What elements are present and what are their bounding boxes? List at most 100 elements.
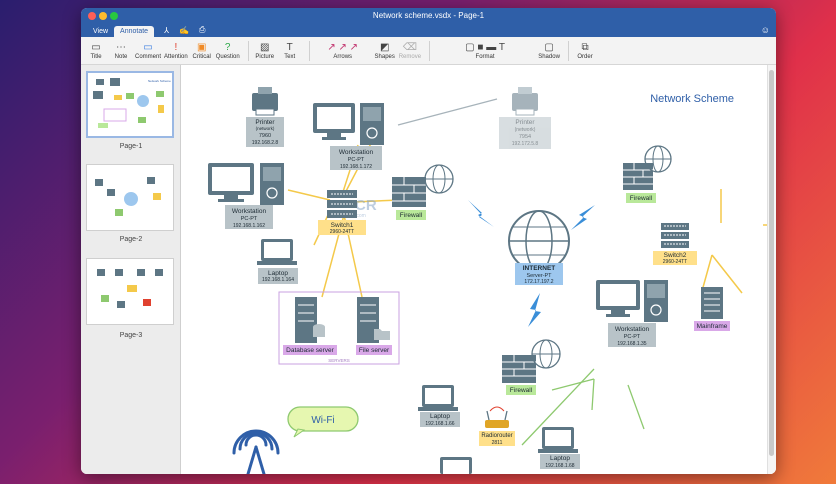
svg-text:7954: 7954 [519, 134, 531, 140]
shadow-icon: ▢ [544, 41, 554, 53]
minimize-window-button[interactable] [99, 12, 107, 20]
remove-icon: ⌫ [402, 41, 417, 53]
laptop-left[interactable]: Laptop 192.168.1.164 [257, 239, 298, 284]
print-icon[interactable]: ⎙ [199, 25, 205, 37]
svg-text:Laptop: Laptop [430, 413, 450, 420]
lightning-icon [468, 200, 494, 227]
format-tool-button[interactable]: ▢ ■ ▬ T Format [435, 42, 535, 60]
text-tool-button[interactable]: T Text [279, 42, 301, 60]
question-icon: ? [224, 41, 231, 53]
svg-text:PC-PT: PC-PT [348, 157, 365, 163]
page-label-1: Page-1 [119, 143, 143, 150]
svg-text:Radiorouter: Radiorouter [481, 433, 512, 439]
svg-text:(network): (network) [515, 127, 536, 133]
shapes-tool-button[interactable]: ◩ Shapes [374, 42, 396, 60]
page-label-2: Page-2 [119, 236, 143, 243]
title-bar: Network scheme.vsdx - Page-1 [81, 8, 776, 24]
page-thumbnail-1[interactable]: Network Scheme [86, 71, 174, 138]
ribbon-tabs: View Annotate ⅄ ✍ ⎙ ☺ [81, 24, 776, 37]
attention-icon: ! [174, 41, 178, 53]
format-icon: ▢ ■ ▬ T [465, 41, 505, 53]
page-3-preview [97, 269, 163, 308]
svg-text:192.172.5.8: 192.172.5.8 [512, 141, 539, 147]
page-thumbnail-3[interactable] [86, 258, 174, 325]
page-1-preview: Network Scheme [93, 78, 171, 128]
workstation-left[interactable]: Workstation PC-PT 192.168.1.162 [208, 163, 284, 229]
svg-text:Workstation: Workstation [615, 326, 650, 333]
question-tool-button[interactable]: ? Question [216, 42, 240, 60]
tab-view[interactable]: View [87, 26, 114, 37]
svg-text:192.168.1.164: 192.168.1.164 [262, 277, 294, 283]
svg-text:INTERNET: INTERNET [523, 265, 556, 272]
sign-icon[interactable]: ✍ [179, 26, 189, 37]
firewall-2[interactable]: Firewall [623, 145, 672, 203]
workstation-top[interactable]: Workstation PC-PT 192.168.1.172 [313, 103, 384, 170]
text-icon: T [286, 41, 293, 53]
svg-text:(network): (network) [256, 126, 275, 131]
picture-tool-button[interactable]: ▨ Picture [254, 42, 276, 60]
diagram-canvas[interactable]: Network Scheme CR .com Printer (network)… [182, 65, 776, 474]
wifi-callout[interactable]: Wi-Fi [287, 406, 359, 438]
attention-tool-button[interactable]: ! Attention [164, 42, 188, 60]
svg-text:CR: CR [355, 197, 377, 214]
firewall-3[interactable]: Firewall [502, 339, 561, 395]
close-window-button[interactable] [88, 12, 96, 20]
svg-text:192.168.1.68: 192.168.1.68 [545, 463, 574, 469]
shadow-tool-button[interactable]: ▢ Shadow [538, 42, 560, 60]
svg-text:Printer: Printer [515, 119, 535, 126]
remove-tool-button[interactable]: ⌫ Remove [399, 42, 421, 60]
svg-text:192.168.1.172: 192.168.1.172 [340, 164, 372, 170]
page-thumbnails-panel: Network Scheme Page-1 Page-2 Page-3 [81, 65, 181, 474]
firewall-1[interactable]: Firewall [392, 164, 454, 220]
toolbar-divider [247, 40, 249, 61]
pdf-icon[interactable]: ⅄ [164, 26, 169, 37]
scrollbar-thumb[interactable] [769, 70, 774, 456]
green-connections [521, 368, 645, 446]
zoom-window-button[interactable] [110, 12, 118, 20]
servers-group[interactable]: Database server File server SERVERS [278, 291, 400, 365]
svg-text:Workstation: Workstation [339, 149, 374, 156]
printer-1[interactable]: Printer (network) 7960 192.168.2.8 [246, 87, 284, 147]
laptop-bottom-left[interactable]: Laptop 192.168.1.66 [418, 385, 460, 427]
laptop-bottom-partial[interactable] [440, 457, 472, 474]
tab-annotate[interactable]: Annotate [114, 26, 155, 37]
grey-connections [397, 98, 498, 126]
critical-tool-button[interactable]: ▣ Critical [191, 42, 213, 60]
watermark: CR .com [355, 197, 377, 219]
mainframe[interactable]: Mainframe [694, 287, 730, 331]
note-icon: ⋯ [116, 41, 126, 53]
svg-text:Switch1: Switch1 [331, 222, 354, 229]
switch-2[interactable]: Switch2 2960-24TT [653, 223, 697, 265]
svg-text:192.168.1.162: 192.168.1.162 [233, 223, 265, 229]
arrows-icon: ↗ ↗ ↗ [327, 41, 359, 53]
radiorouter[interactable]: Radiorouter 2811 [479, 406, 515, 446]
svg-text:PC-PT: PC-PT [624, 334, 641, 340]
svg-text:Firewall: Firewall [630, 195, 653, 202]
wifi-antenna-icon [232, 429, 280, 474]
svg-text:Network Scheme: Network Scheme [148, 79, 171, 83]
svg-text:7960: 7960 [259, 133, 271, 139]
app-window: Network scheme.vsdx - Page-1 View Annota… [81, 8, 776, 474]
page-thumbnail-2[interactable] [86, 164, 174, 231]
order-tool-button[interactable]: ⧉ Order [574, 42, 596, 60]
svg-text:File server: File server [359, 347, 390, 354]
toolbar-divider [568, 40, 570, 61]
critical-icon: ▣ [196, 41, 207, 53]
svg-text:Database server: Database server [286, 347, 335, 354]
lightning-icon [571, 205, 595, 230]
internet-server[interactable]: INTERNET Server-PT 172.17.197.2 [508, 210, 570, 285]
feedback-smiley-icon[interactable]: ☺ [761, 25, 770, 35]
svg-text:192.168.2.8: 192.168.2.8 [252, 140, 279, 146]
toolbar-divider [308, 40, 310, 61]
svg-text:172.17.197.2: 172.17.197.2 [524, 279, 553, 285]
comment-tool-button[interactable]: ▭ Comment [135, 42, 161, 60]
laptop-bottom-right[interactable]: Laptop 192.168.1.68 [538, 427, 580, 469]
workstation-right[interactable]: Workstation PC-PT 192.168.1.35 [596, 280, 668, 347]
toolbar-divider [429, 40, 431, 61]
window-title: Network scheme.vsdx - Page-1 [372, 11, 485, 20]
svg-text:PC-PT: PC-PT [241, 216, 258, 222]
printer-2[interactable]: Printer (network) 7954 192.172.5.8 [499, 87, 551, 149]
title-tool-button[interactable]: ▭ Title [85, 42, 107, 60]
note-tool-button[interactable]: ⋯ Note [110, 42, 132, 60]
arrows-tool-button[interactable]: ↗ ↗ ↗ Arrows [315, 42, 371, 60]
